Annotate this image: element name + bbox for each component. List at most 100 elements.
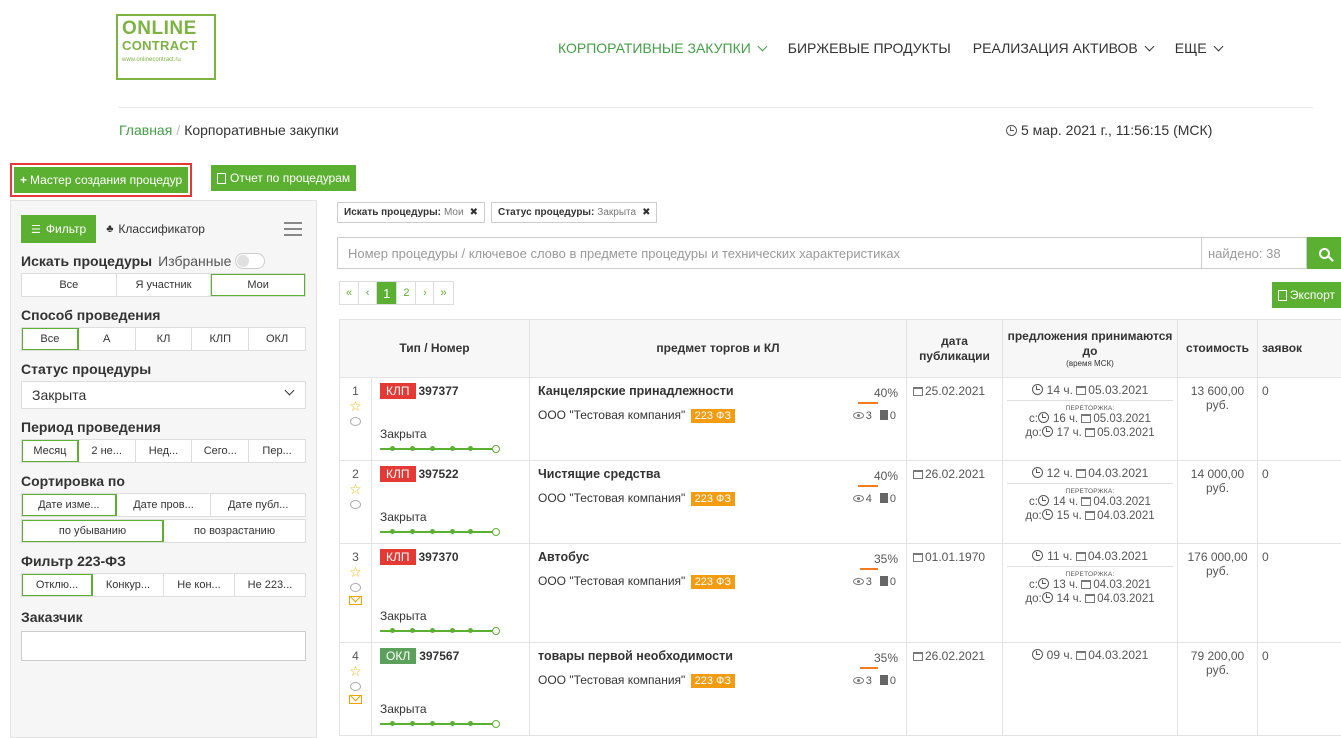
period-option[interactable]: Месяц bbox=[22, 440, 79, 462]
comment-icon[interactable] bbox=[350, 500, 361, 509]
sort-field-option[interactable]: Дате публ... bbox=[211, 494, 305, 516]
star-icon[interactable]: ☆ bbox=[340, 398, 371, 414]
sort-order-option[interactable]: по возрастанию bbox=[164, 520, 305, 542]
method-option[interactable]: Все bbox=[22, 328, 79, 350]
procedure-number[interactable]: 397567 bbox=[419, 649, 459, 663]
mail-icon[interactable] bbox=[349, 695, 362, 704]
procedure-number[interactable]: 397377 bbox=[419, 384, 459, 398]
sort-field-option[interactable]: Дате пров... bbox=[117, 494, 212, 516]
cost-cell: 14 000,00 руб. bbox=[1177, 460, 1258, 544]
chevron-down-icon bbox=[1144, 41, 1155, 51]
close-icon[interactable]: ✖ bbox=[470, 207, 478, 218]
fz-filter-option[interactable]: Отклю... bbox=[22, 574, 93, 596]
method-option[interactable]: КЛ bbox=[136, 328, 193, 350]
pager-item[interactable]: « bbox=[340, 282, 360, 304]
percent-bar bbox=[860, 568, 878, 570]
export-label: Экспорт bbox=[1289, 288, 1335, 302]
method-option[interactable]: А bbox=[79, 328, 136, 350]
close-icon[interactable]: ✖ bbox=[642, 207, 650, 218]
procedure-report-button[interactable]: Отчет по процедурам bbox=[211, 165, 357, 191]
star-icon[interactable]: ☆ bbox=[340, 564, 371, 580]
deadline-divider bbox=[1007, 566, 1173, 567]
period-option[interactable]: Сего... bbox=[192, 440, 250, 462]
stage-dot bbox=[430, 529, 435, 534]
row-number: 1 bbox=[352, 384, 359, 398]
logo-url: www.onlinecontract.ru bbox=[122, 57, 181, 63]
search-scope-option[interactable]: Мои bbox=[211, 274, 305, 296]
procedure-search-input[interactable]: Номер процедуры / ключевое слово в предм… bbox=[337, 237, 1201, 269]
nav-item-0[interactable]: КОРПОРАТИВНЫЕ ЗАКУПКИ bbox=[558, 40, 768, 56]
col-bids[interactable]: заявок bbox=[1257, 319, 1341, 378]
search-procedures-section: Искать процедуры Избранные bbox=[21, 253, 306, 269]
tab-classifier[interactable]: ♣ Классификатор bbox=[96, 215, 215, 243]
calendar-icon bbox=[913, 652, 923, 661]
star-icon[interactable]: ☆ bbox=[340, 663, 371, 679]
fz-filter-option[interactable]: Не кон... bbox=[164, 574, 235, 596]
search-button[interactable] bbox=[1307, 237, 1341, 269]
table-row[interactable]: 4 ☆ ОКЛ 397567 Закрыта товары первой необходи… bbox=[339, 642, 1341, 736]
comment-icon[interactable] bbox=[350, 583, 361, 592]
period-option[interactable]: Нед... bbox=[136, 440, 193, 462]
comment-icon[interactable] bbox=[350, 682, 361, 691]
pagination: «‹ 1 2 ›» bbox=[339, 281, 454, 305]
stage-end-marker bbox=[492, 627, 500, 635]
procedure-status: Закрыта bbox=[380, 609, 427, 623]
breadcrumb-home-link[interactable]: Главная bbox=[119, 122, 172, 138]
retrade-from-prefix: с: bbox=[1029, 496, 1038, 508]
subject-cell: товары первой необходимости ООО "Тестовая… bbox=[529, 642, 907, 736]
pub-date: 26.02.2021 bbox=[925, 467, 986, 481]
mail-icon[interactable] bbox=[349, 596, 362, 605]
docs-count: 0 bbox=[879, 493, 896, 505]
type-number-cell: КЛП 397377 Закрыта bbox=[371, 377, 530, 461]
table-row[interactable]: 1 ☆ КЛП 397377 Закрыта Канцелярские принадлеж… bbox=[339, 377, 1341, 461]
period-option[interactable]: Пер... bbox=[249, 440, 305, 462]
customer-input[interactable] bbox=[21, 631, 306, 661]
cost-value: 176 000,00 bbox=[1187, 550, 1248, 564]
collapse-menu-icon[interactable] bbox=[284, 222, 302, 236]
views-value: 3 bbox=[865, 410, 872, 422]
period-option[interactable]: 2 не... bbox=[79, 440, 136, 462]
retrade-from-time: 14 ч. bbox=[1053, 496, 1079, 508]
table-row[interactable]: 2 ☆ КЛП 397522 Закрыта Чистящие средства ООО "… bbox=[339, 460, 1341, 544]
pager-item[interactable]: 2 bbox=[397, 282, 417, 304]
col-subject[interactable]: предмет торгов и КЛ bbox=[529, 319, 907, 378]
sort-order-option[interactable]: по убыванию bbox=[22, 520, 164, 542]
views-count: 4 bbox=[852, 493, 872, 505]
fz-filter-option[interactable]: Не 223... bbox=[235, 574, 305, 596]
col-pub-date[interactable]: дата публикации bbox=[906, 319, 1003, 378]
fz-filter-option[interactable]: Конкур... bbox=[93, 574, 164, 596]
sort-field-option[interactable]: Дате изме... bbox=[22, 494, 117, 516]
procedure-number[interactable]: 397522 bbox=[419, 467, 459, 481]
col-deadline[interactable]: предложения принимаются до (время МСК) bbox=[1002, 319, 1178, 378]
nav-item-1[interactable]: БИРЖЕВЫЕ ПРОДУКТЫ bbox=[788, 40, 951, 56]
procedure-type-badge: КЛП bbox=[380, 383, 416, 399]
stage-dot bbox=[410, 446, 415, 451]
nav-item-2[interactable]: РЕАЛИЗАЦИЯ АКТИВОВ bbox=[973, 40, 1155, 56]
star-icon[interactable]: ☆ bbox=[340, 481, 371, 497]
pager-item[interactable]: ‹ bbox=[359, 282, 378, 304]
nav-item-3[interactable]: ЕЩЕ bbox=[1175, 40, 1224, 56]
export-button[interactable]: Экспорт bbox=[1271, 282, 1341, 308]
col-cost[interactable]: стоимость bbox=[1177, 319, 1258, 378]
tab-filter[interactable]: ☰ Фильтр bbox=[21, 215, 97, 243]
pager-item[interactable]: › bbox=[416, 282, 435, 304]
clock-icon bbox=[1041, 509, 1053, 520]
method-option[interactable]: КЛП bbox=[192, 328, 250, 350]
search-scope-option[interactable]: Все bbox=[22, 274, 117, 296]
procedure-number[interactable]: 397370 bbox=[419, 550, 459, 564]
pub-date: 25.02.2021 bbox=[925, 384, 986, 398]
procedure-stats: 40 bbox=[852, 493, 896, 505]
comment-icon[interactable] bbox=[350, 417, 361, 426]
status-select[interactable]: Закрыта bbox=[21, 381, 306, 409]
organizer-name: ООО "Тестовая компания" bbox=[538, 491, 686, 505]
favorites-toggle[interactable] bbox=[235, 253, 266, 269]
site-logo[interactable]: ONLINE CONTRACT www.onlinecontract.ru bbox=[116, 14, 216, 80]
col-type-number[interactable]: Тип / Номер bbox=[339, 319, 530, 378]
pager-item[interactable]: » bbox=[434, 282, 452, 304]
cost-cell: 79 200,00 руб. bbox=[1177, 642, 1258, 736]
procedure-wizard-button[interactable]: + Мастер создания процедур bbox=[14, 167, 189, 193]
method-option[interactable]: ОКЛ bbox=[249, 328, 305, 350]
pager-item[interactable]: 1 bbox=[377, 282, 398, 304]
table-row[interactable]: 3 ☆ КЛП 397370 Закрыта Автобус ООО "Тестовая к… bbox=[339, 543, 1341, 643]
search-scope-option[interactable]: Я участник bbox=[117, 274, 212, 296]
